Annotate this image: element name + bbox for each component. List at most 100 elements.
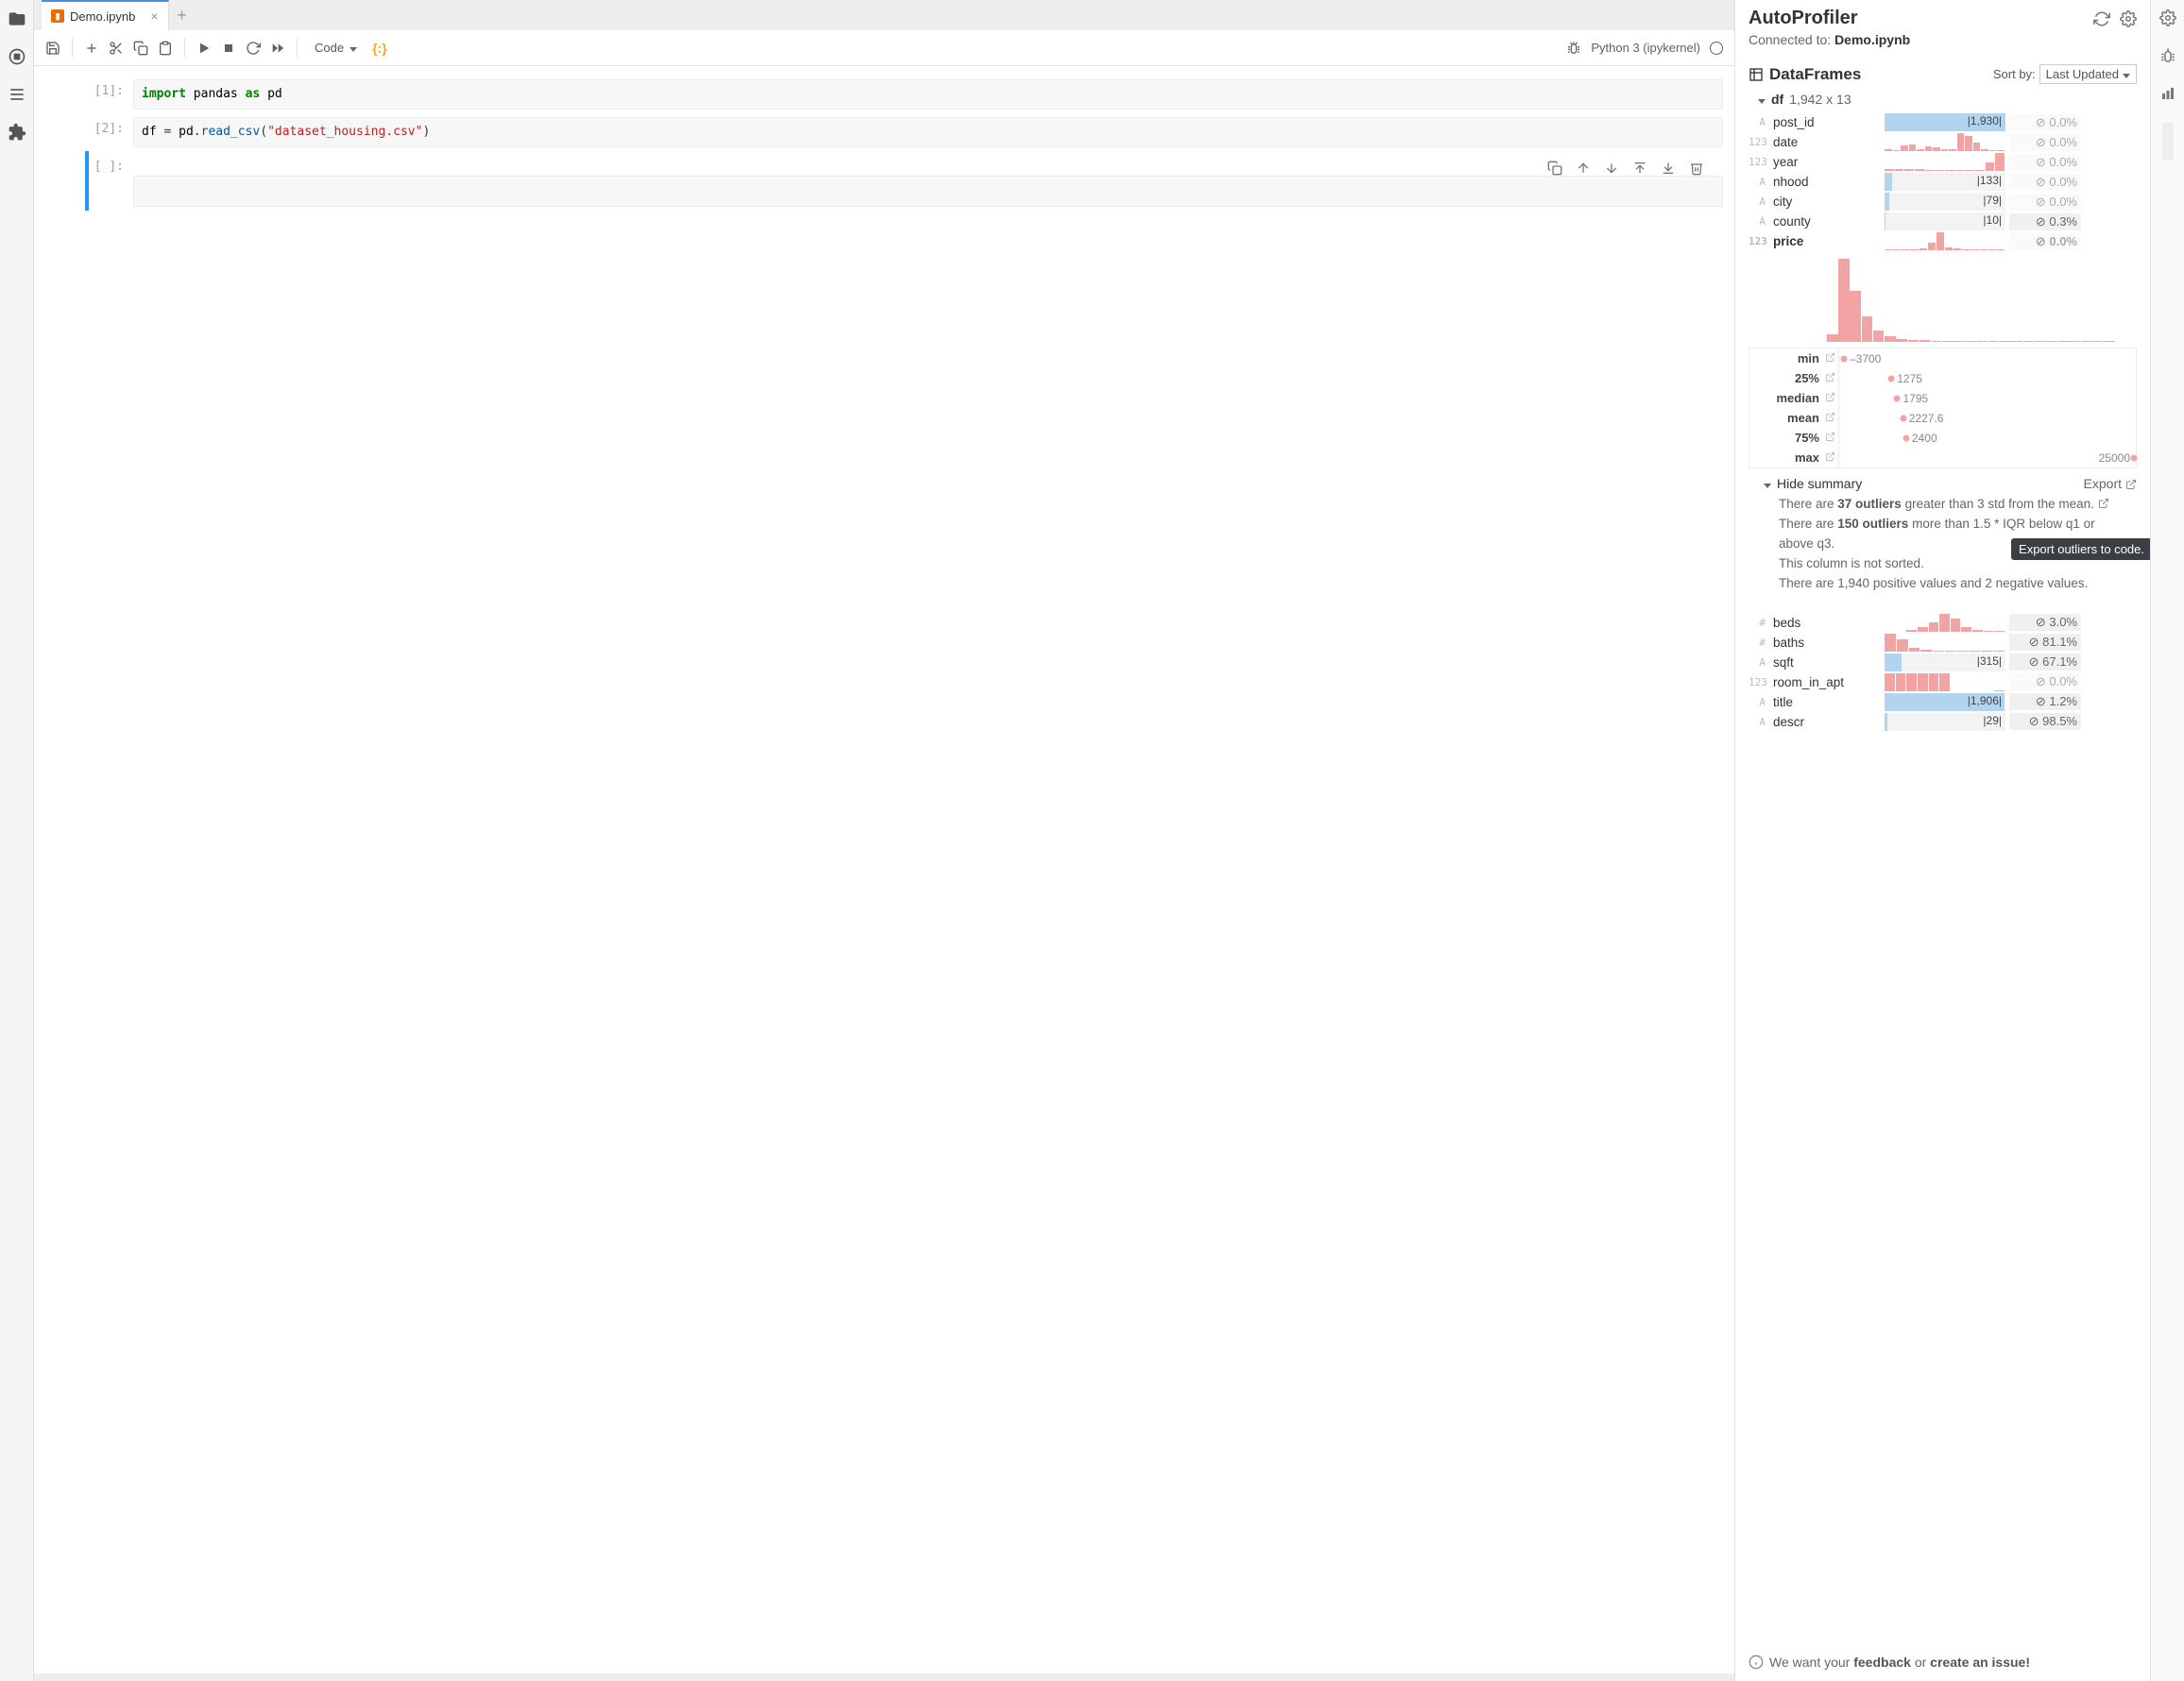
null-pct: ⊘ 1.2% <box>2009 693 2081 710</box>
down-icon[interactable] <box>1604 161 1619 176</box>
external-link-icon[interactable] <box>1825 371 1838 385</box>
column-row-baths[interactable]: # baths ⊘ 81.1% <box>1749 633 2137 653</box>
copy-icon[interactable] <box>133 41 148 56</box>
column-name-label: room_in_apt <box>1769 675 1885 689</box>
stat-label: max <box>1749 450 1825 465</box>
column-row-title[interactable]: A title |1,906| ⊘ 1.2% <box>1749 692 2137 712</box>
puzzle-icon[interactable] <box>8 123 26 142</box>
sort-select[interactable]: Last Updated <box>2039 64 2137 84</box>
code-cell[interactable]: [2]: df = pd.read_csv("dataset_housing.c… <box>34 113 1734 151</box>
delete-icon[interactable] <box>1689 161 1704 176</box>
column-name-label: nhood <box>1769 175 1885 189</box>
save-icon[interactable] <box>45 41 60 56</box>
column-row-year[interactable]: 123 year ⊘ 0.0% <box>1749 152 2137 172</box>
cut-icon[interactable] <box>109 41 124 56</box>
code-cell[interactable]: [ ]: <box>34 151 1734 210</box>
circle-stop-icon[interactable] <box>8 47 26 66</box>
column-name-label: sqft <box>1769 655 1885 670</box>
type-indicator: # <box>1749 637 1769 649</box>
list-icon[interactable] <box>8 85 26 104</box>
gear-icon[interactable] <box>2159 9 2176 26</box>
kernel-status-icon[interactable] <box>1710 42 1723 55</box>
null-pct: ⊘ 3.0% <box>2009 614 2081 631</box>
null-pct: ⊘ 81.1% <box>2009 634 2081 651</box>
stop-icon[interactable] <box>221 41 236 56</box>
mini-histogram <box>1885 153 2005 171</box>
column-name-label: county <box>1769 214 1885 229</box>
column-name-label: title <box>1769 695 1885 709</box>
settings-icon[interactable] <box>2120 10 2137 27</box>
debug-icon[interactable] <box>2159 47 2176 64</box>
column-name-label: price <box>1769 234 1885 248</box>
autoprofiler-panel: AutoProfiler Connected to: Demo.ipynb Da… <box>1734 0 2150 1681</box>
add-cell-icon[interactable] <box>84 41 99 56</box>
render-icon[interactable]: {:} <box>372 41 387 56</box>
up-icon[interactable] <box>1576 161 1591 176</box>
external-link-icon[interactable] <box>1825 391 1838 405</box>
column-row-beds[interactable]: # beds ⊘ 3.0% <box>1749 613 2137 633</box>
paste-icon[interactable] <box>158 41 173 56</box>
insert-above-icon[interactable] <box>1632 161 1647 176</box>
tab-demo[interactable]: ▮ Demo.ipynb × <box>42 0 169 30</box>
tabs-bar: ▮ Demo.ipynb × + <box>34 0 1734 30</box>
folder-icon[interactable] <box>8 9 26 28</box>
connected-to-label: Connected to: Demo.ipynb <box>1749 32 2137 47</box>
code-cell[interactable]: [1]: import pandas as pd <box>34 76 1734 113</box>
stat-row-median: median 1795 <box>1749 388 2136 408</box>
external-link-icon[interactable] <box>1825 411 1838 425</box>
create-issue-link[interactable]: create an issue! <box>1930 1655 2030 1670</box>
dataframe-row[interactable]: df 1,942 x 13 <box>1749 92 2137 107</box>
type-indicator: A <box>1749 195 1769 208</box>
null-pct: ⊘ 0.0% <box>2009 134 2081 151</box>
stat-label: 75% <box>1749 431 1825 445</box>
refresh-icon[interactable] <box>2093 10 2110 27</box>
cell-type-select[interactable]: Code <box>309 39 363 57</box>
stat-row-25%: 25% 1275 <box>1749 368 2136 388</box>
feedback-link[interactable]: feedback <box>1853 1655 1911 1670</box>
column-name-label: city <box>1769 195 1885 209</box>
external-link-icon[interactable] <box>2098 496 2109 507</box>
run-icon[interactable] <box>196 41 212 56</box>
export-button[interactable]: Export <box>2084 476 2137 491</box>
cardinality-bar: |1,930| <box>1885 113 2005 131</box>
autoprofiler-tab-icon[interactable] <box>2162 123 2174 161</box>
column-name-label: beds <box>1769 616 1885 630</box>
null-pct: ⊘ 67.1% <box>2009 654 2081 671</box>
hide-summary-toggle[interactable]: Hide summary <box>1764 476 1862 491</box>
stat-label: min <box>1749 351 1825 365</box>
mini-histogram <box>1885 634 2005 652</box>
fast-forward-icon[interactable] <box>270 41 285 56</box>
chevron-down-icon <box>350 41 357 55</box>
stat-row-mean: mean 2227.6 <box>1749 408 2136 428</box>
column-row-room_in_apt[interactable]: 123 room_in_apt ⊘ 0.0% <box>1749 672 2137 692</box>
column-row-county[interactable]: A county |10| ⊘ 0.3% <box>1749 212 2137 231</box>
column-row-post_id[interactable]: A post_id |1,930| ⊘ 0.0% <box>1749 112 2137 132</box>
type-indicator: A <box>1749 215 1769 228</box>
null-pct: ⊘ 0.0% <box>2009 194 2081 211</box>
column-row-city[interactable]: A city |79| ⊘ 0.0% <box>1749 192 2137 212</box>
external-link-icon[interactable] <box>1825 450 1838 465</box>
tab-label: Demo.ipynb <box>70 9 135 24</box>
column-row-price[interactable]: 123 price ⊘ 0.0% <box>1749 231 2137 251</box>
code-input[interactable]: df = pd.read_csv("dataset_housing.csv") <box>133 117 1723 147</box>
external-link-icon[interactable] <box>1825 351 1838 365</box>
bug-icon[interactable] <box>1566 41 1581 56</box>
copy-icon[interactable] <box>1547 161 1562 176</box>
close-icon[interactable]: × <box>150 8 158 24</box>
column-row-descr[interactable]: A descr |29| ⊘ 98.5% <box>1749 712 2137 732</box>
code-input[interactable]: import pandas as pd <box>133 79 1723 110</box>
code-input[interactable] <box>133 176 1723 206</box>
null-pct: ⊘ 0.0% <box>2009 114 2081 131</box>
insert-below-icon[interactable] <box>1661 161 1676 176</box>
sort-by: Sort by: Last Updated <box>1993 64 2137 84</box>
external-link-icon[interactable] <box>1825 431 1838 445</box>
kernel-name-label[interactable]: Python 3 (ipykernel) <box>1591 41 1700 55</box>
column-row-date[interactable]: 123 date ⊘ 0.0% <box>1749 132 2137 152</box>
column-row-sqft[interactable]: A sqft |315| ⊘ 67.1% <box>1749 653 2137 672</box>
right-toolstrip <box>2150 0 2184 1681</box>
mini-histogram <box>1885 673 2005 691</box>
new-tab-button[interactable]: + <box>169 2 196 28</box>
restart-icon[interactable] <box>246 41 261 56</box>
column-row-nhood[interactable]: A nhood |133| ⊘ 0.0% <box>1749 172 2137 192</box>
bar-chart-icon[interactable] <box>2159 85 2176 102</box>
